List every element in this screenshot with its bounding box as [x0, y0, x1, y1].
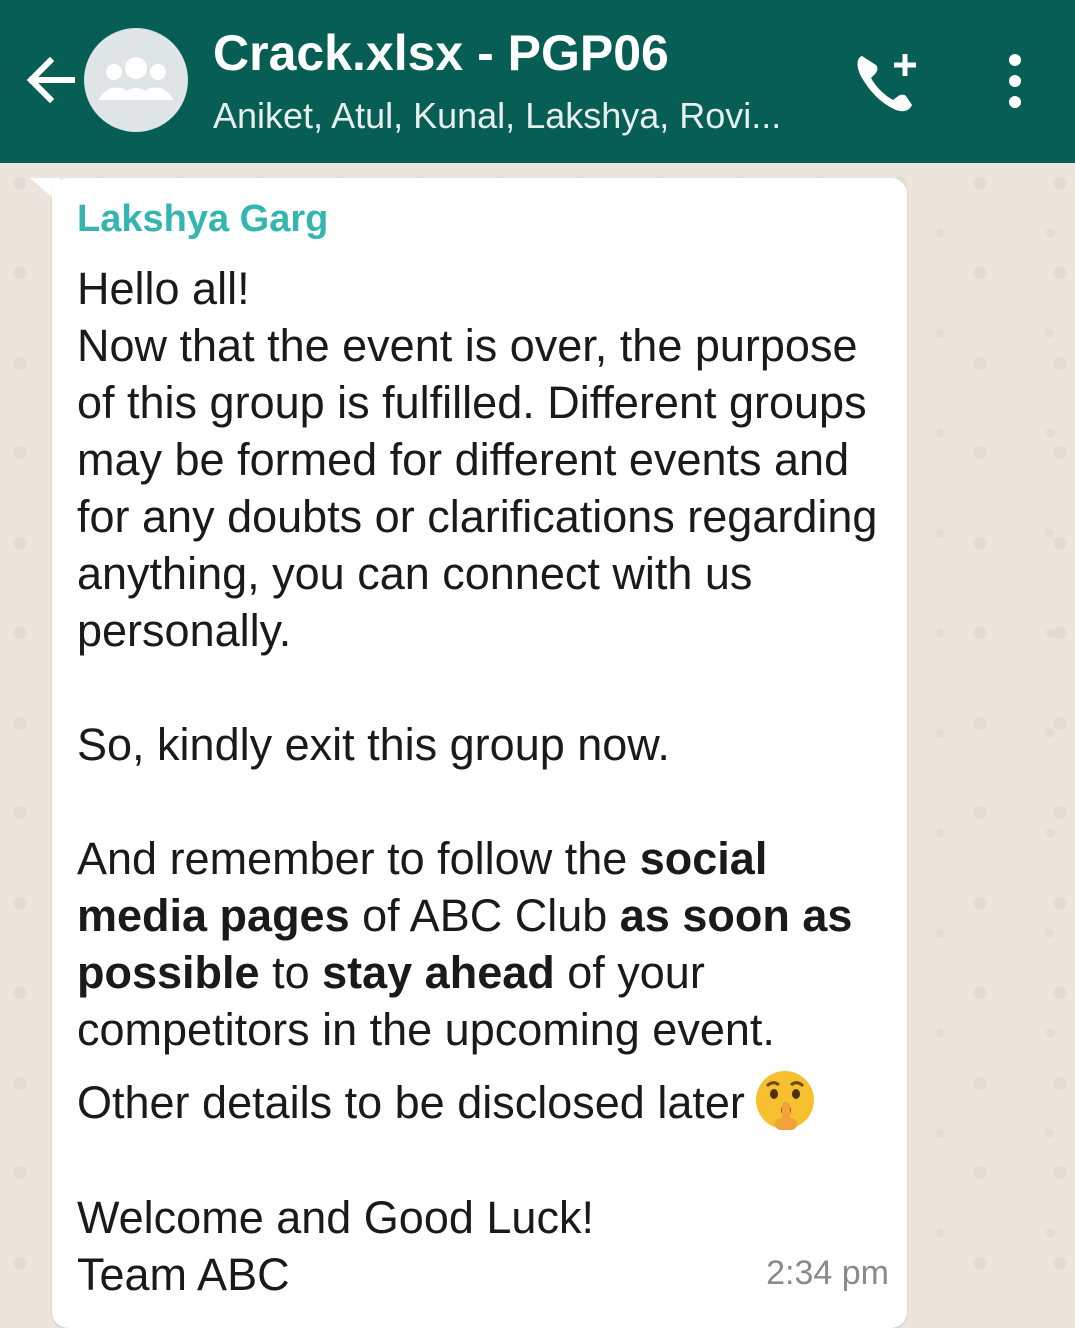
shushing-face-icon — [753, 1068, 817, 1132]
group-icon — [98, 57, 174, 100]
message-paragraph: Other details to be disclosed later — [77, 1068, 892, 1132]
chat-participants[interactable]: Aniket, Atul, Kunal, Lakshya, Rovi... — [213, 95, 813, 137]
message-bubble[interactable]: Lakshya Garg Hello all! Now that the eve… — [52, 178, 907, 1328]
text-span: And remember to follow the — [77, 833, 640, 884]
message-paragraph: Now that the event is over, the purpose … — [77, 320, 878, 656]
sender-name[interactable]: Lakshya Garg — [77, 198, 328, 241]
message-text: Hello all! Now that the event is over, t… — [77, 260, 892, 1303]
message-paragraph: So, kindly exit this group now. — [77, 719, 670, 770]
chat-title[interactable]: Crack.xlsx - PGP06 — [213, 24, 669, 82]
message-line: Hello all! — [77, 263, 250, 314]
bold-text: stay ahead — [322, 947, 555, 998]
add-call-icon[interactable] — [852, 50, 922, 116]
app-bar: Crack.xlsx - PGP06 Aniket, Atul, Kunal, … — [0, 0, 1075, 163]
text-span: of ABC Club — [349, 890, 620, 941]
text-span: Other details to be disclosed later — [77, 1077, 745, 1128]
back-arrow-icon[interactable] — [20, 50, 80, 110]
group-avatar[interactable] — [84, 28, 188, 132]
message-line: Welcome and Good Luck! — [77, 1192, 594, 1243]
message-timestamp: 2:34 pm — [766, 1254, 889, 1292]
more-options-icon[interactable] — [995, 52, 1035, 112]
message-paragraph: And remember to follow the social media … — [77, 830, 892, 1058]
text-span: to — [259, 947, 323, 998]
